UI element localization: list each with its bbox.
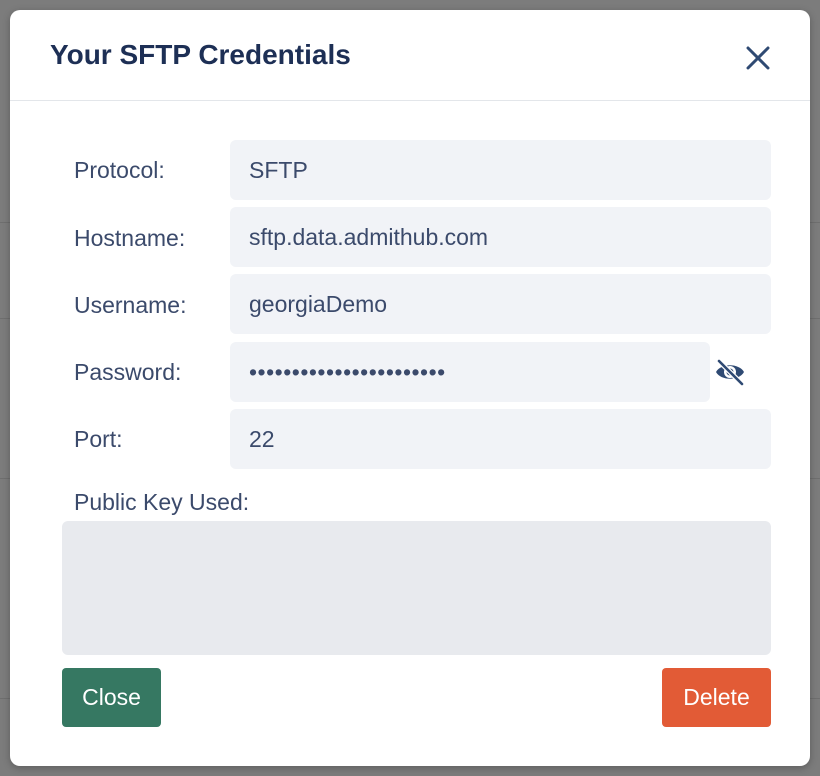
password-field[interactable]: •••••••••••••••••••••••: [230, 342, 710, 402]
public-key-label: Public Key Used:: [74, 489, 250, 515]
username-label: Username:: [74, 292, 187, 318]
hostname-label: Hostname:: [74, 225, 186, 251]
close-button[interactable]: Close: [62, 668, 161, 727]
hostname-field[interactable]: sftp.data.admithub.com: [230, 207, 771, 267]
sftp-credentials-dialog: Your SFTP Credentials Protocol: SFTP Hos…: [10, 10, 810, 766]
eye-slash-icon[interactable]: [714, 358, 746, 387]
close-icon[interactable]: [744, 44, 772, 72]
dialog-title: Your SFTP Credentials: [50, 39, 351, 70]
port-field[interactable]: 22: [230, 409, 771, 469]
password-label: Password:: [74, 359, 182, 385]
username-field[interactable]: georgiaDemo: [230, 274, 771, 334]
protocol-field[interactable]: SFTP: [230, 140, 771, 200]
delete-button[interactable]: Delete: [662, 668, 771, 727]
public-key-textarea[interactable]: [62, 521, 771, 655]
dialog-header: Your SFTP Credentials: [10, 10, 810, 101]
port-label: Port:: [74, 426, 123, 452]
protocol-label: Protocol:: [74, 157, 165, 183]
